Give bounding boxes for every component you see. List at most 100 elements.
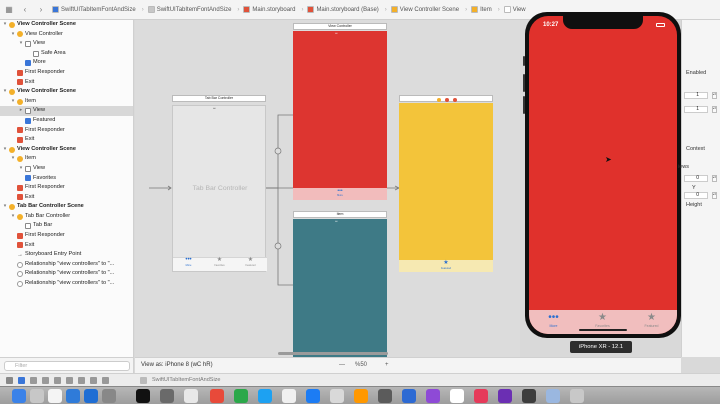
tab-bar[interactable]: ••• More ★ Favorites ★ Featured [173,257,267,271]
inspector-field-2[interactable]: 1 [684,106,708,113]
disclosure-triangle-icon[interactable]: ▾ [18,164,24,174]
tab-bar-controller-title[interactable]: Tab Bar Controller [172,95,266,102]
outline-item-row[interactable]: More [0,58,133,68]
photos-icon[interactable] [184,389,198,403]
outline-item-row[interactable]: Safe Area [0,49,133,59]
breadcrumb-item[interactable]: View [503,6,526,13]
outline-item-row[interactable]: ▾ View [0,164,133,174]
disclosure-triangle-icon[interactable]: ▾ [2,145,8,155]
stepper-3[interactable]: ▴▾ [712,175,717,182]
red-view-controller-scene[interactable]: ▪▪▪ ••• More [293,31,387,200]
outline-item-row[interactable]: → Storyboard Entry Point [0,250,133,260]
disclosure-triangle-icon[interactable]: ▾ [2,87,8,97]
launchpad-icon[interactable] [30,389,44,403]
disclosure-triangle-icon[interactable]: ▾ [2,20,8,30]
tab-bar-item[interactable]: ★ Featured [235,257,266,270]
zoom-out-button[interactable]: — [339,362,345,368]
view-as-button[interactable]: View as: iPhone 8 (wC hR) [141,362,213,368]
outline-scene-row[interactable]: ▾ View Controller Scene [0,20,133,30]
stepper-4[interactable]: ▴▾ [712,192,717,199]
breadcrumb-item[interactable]: Item › [471,6,500,13]
yellow-view-controller-scene[interactable]: ★ Featured [399,103,493,272]
outline-item-row[interactable]: First Responder [0,68,133,78]
exit-dock-icon[interactable] [453,97,457,102]
outline-item-row[interactable]: Exit [0,78,133,88]
outline-item-row[interactable]: ▾ View Controller [0,30,133,40]
finder-icon[interactable] [12,389,26,403]
github-desktop-icon[interactable] [498,389,512,403]
outline-item-row[interactable]: Relationship "view controllers" to "... [0,279,133,289]
first-responder-dock-icon[interactable] [445,97,449,102]
outline-item-row[interactable]: Relationship "view controllers" to "... [0,269,133,279]
books-icon[interactable] [354,389,368,403]
outline-item-row[interactable]: First Responder [0,126,133,136]
outline-item-row[interactable]: Exit [0,241,133,251]
outline-scene-row[interactable]: ▾ View Controller Scene [0,145,133,155]
simulator-screen[interactable]: 10:27 ➤ ••• More ★ Favorites ★ Featured [529,16,677,334]
tab-bar-item[interactable]: ★ Favorites [204,257,235,270]
step-in-icon[interactable] [54,377,61,384]
simulate-location-icon[interactable] [102,377,109,384]
vscode-icon[interactable] [402,389,416,403]
tab-bar[interactable]: ★ Featured [399,260,493,272]
yellow-scene-title[interactable] [399,95,493,102]
outline-item-row[interactable]: ▾ Item [0,97,133,107]
network-icon[interactable] [378,389,392,403]
simulator-tab-more[interactable]: ••• More [529,312,578,328]
simulator-tab-favorites[interactable]: ★ Favorites [578,312,627,328]
simulator-tab-featured[interactable]: ★ Featured [627,312,676,328]
disclosure-triangle-icon[interactable]: ▾ [2,202,8,212]
inspector-field-1[interactable]: 1 [684,92,708,99]
forward-arrow-icon[interactable]: › [36,5,46,15]
outline-scene-row[interactable]: ▾ Tab Bar Controller Scene [0,202,133,212]
storyboard-canvas[interactable]: Tab Bar Controller ▪▪▪ Tab Bar Controlle… [135,20,520,357]
hide-debug-icon[interactable] [6,377,13,384]
breadcrumb-item[interactable]: SwiftUITabItemFontAndSize › [147,6,239,13]
zoom-in-button[interactable]: + [385,362,389,368]
calendar-icon[interactable] [48,389,62,403]
outline-item-row[interactable]: First Responder [0,231,133,241]
outline-item-row[interactable]: Favorites [0,174,133,184]
disclosure-triangle-icon[interactable]: ▾ [18,39,24,49]
podcasts-icon[interactable] [426,389,440,403]
inspector-field-4[interactable]: 0 [684,192,708,199]
xcode-icon[interactable] [84,389,98,403]
outline-item-row[interactable]: ▾ Tab Bar Controller [0,212,133,222]
tab-bar-controller-scene[interactable]: ▪▪▪ Tab Bar Controller ••• More ★ Favorites… [172,105,267,272]
simulator-icon[interactable] [522,389,536,403]
stepper-1[interactable]: ▴▾ [712,92,717,99]
chrome-icon[interactable] [210,389,224,403]
disclosure-triangle-icon[interactable]: ▾ [10,154,16,164]
instruments-icon[interactable] [102,389,116,403]
outline-scene-row[interactable]: ▾ View Controller Scene [0,87,133,97]
outline-item-row[interactable]: Exit [0,193,133,203]
view-controller-dock-icon[interactable] [437,97,441,102]
step-over-icon[interactable] [42,377,49,384]
outline-item-row[interactable]: First Responder [0,183,133,193]
breadcrumb-item[interactable]: Main.storyboard › [243,6,303,13]
breadcrumb-item[interactable]: Main.storyboard (Base) › [307,6,387,13]
disclosure-triangle-icon[interactable]: ▸ [18,106,24,116]
view-controller-title[interactable]: View Controller [293,23,387,30]
maps-icon[interactable] [330,389,344,403]
view-debugger-icon[interactable] [78,377,85,384]
item-scene-title[interactable]: Item [293,211,387,218]
inspector-field-3[interactable]: 0 [684,175,708,182]
outline-item-row[interactable]: Tab Bar [0,221,133,231]
back-arrow-icon[interactable]: ‹ [20,5,30,15]
outline-item-row[interactable]: ▾ Item [0,154,133,164]
pause-icon[interactable] [30,377,37,384]
disclosure-triangle-icon[interactable]: ▾ [10,30,16,40]
tab-bar-item[interactable]: ••• More [173,257,204,270]
outline-item-row[interactable]: Exit [0,135,133,145]
filter-input[interactable]: Filter [4,361,130,371]
step-out-icon[interactable] [66,377,73,384]
stepper-2[interactable]: ▴▾ [712,106,717,113]
terminal-icon[interactable] [136,389,150,403]
notes-icon[interactable] [282,389,296,403]
horizontal-scrollbar[interactable] [278,352,388,355]
safari-icon[interactable] [66,389,80,403]
teal-view-controller-scene[interactable]: ▪▪▪ [293,219,387,357]
outline-item-row[interactable]: ▸ View [0,106,133,116]
grid-icon[interactable]: ▦ [4,5,14,15]
